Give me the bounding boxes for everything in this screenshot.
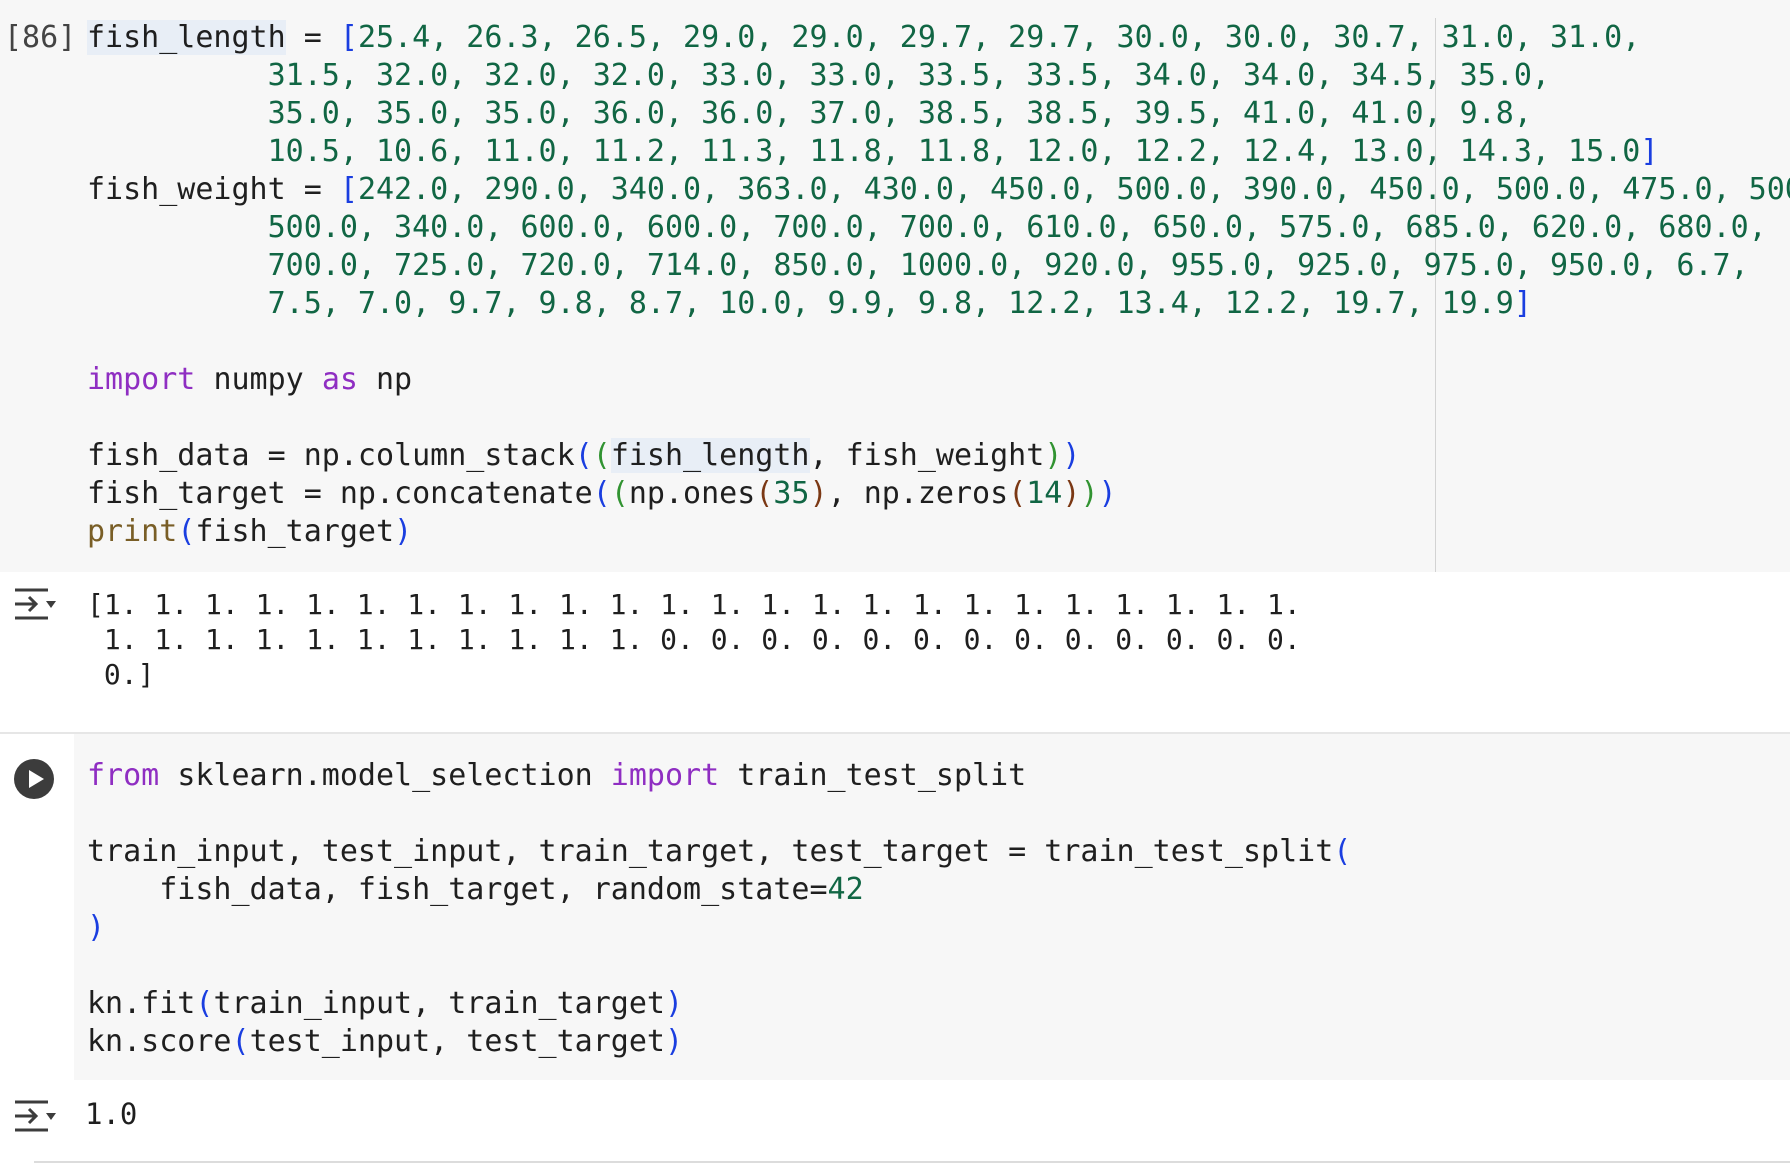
var-fish-length: fish_length [87, 20, 286, 55]
arg-fish-length: fish_length [610, 438, 810, 473]
fn-zeros: np.zeros [863, 476, 1009, 511]
weight-line-4: 7.5, 7.0, 9.7, 9.8, 8.7, 10.0, 9.9, 9.8,… [267, 286, 1514, 321]
random-state-value: 42 [827, 872, 864, 907]
call-arguments: fish_data, fish_target, random_state= [87, 872, 828, 907]
cell-1-output: [1. 1. 1. 1. 1. 1. 1. 1. 1. 1. 1. 1. 1. … [87, 587, 1301, 692]
cell-bottom-border [34, 1161, 1790, 1163]
fn-column-stack: np.column_stack [303, 438, 575, 473]
output-line-1: [1. 1. 1. 1. 1. 1. 1. 1. 1. 1. 1. 1. 1. … [87, 588, 1301, 621]
code-editor-cell-2[interactable]: from sklearn.model_selection import trai… [87, 757, 1351, 1061]
fn-concatenate: np.concatenate [339, 476, 593, 511]
output-expand-icon[interactable] [12, 1098, 56, 1134]
score-arguments: test_input, test_target [249, 1024, 665, 1059]
weight-line-2: 500.0, 340.0, 600.0, 600.0, 700.0, 700.0… [267, 210, 1767, 245]
output-expand-icon[interactable] [12, 586, 56, 622]
weight-line-3: 700.0, 725.0, 720.0, 714.0, 850.0, 1000.… [267, 248, 1749, 283]
module-name: sklearn.model_selection [177, 758, 593, 793]
call-function: train_test_split [1044, 834, 1334, 869]
play-circle-icon [29, 770, 44, 788]
output-line-3: 0.] [87, 658, 155, 691]
cell-2-output-area [0, 1080, 1790, 1152]
fn-print: print [87, 514, 178, 549]
var-fish-weight: fish_weight [87, 172, 286, 207]
output-line-2: 1. 1. 1. 1. 1. 1. 1. 1. 1. 1. 1. 0. 0. 0… [87, 623, 1301, 656]
arg-fish-weight: fish_weight [845, 438, 1045, 473]
var-fish-target: fish_target [87, 476, 286, 511]
fit-call: kn.fit [87, 986, 196, 1021]
var-fish-data: fish_data [87, 438, 250, 473]
keyword-import: import [610, 758, 720, 793]
arg-fish-target: fish_target [195, 514, 395, 549]
assign-targets: train_input, test_input, train_target, t… [87, 834, 1045, 869]
keyword-from: from [87, 758, 160, 793]
score-call: kn.score [87, 1024, 232, 1059]
fn-ones: np.ones [628, 476, 756, 511]
length-line-3: 35.0, 35.0, 35.0, 36.0, 36.0, 37.0, 38.5… [267, 96, 1532, 131]
length-line-2: 31.5, 32.0, 32.0, 32.0, 33.0, 33.0, 33.5… [267, 58, 1550, 93]
run-cell-button[interactable] [14, 759, 54, 799]
imported-function: train_test_split [737, 758, 1027, 793]
code-editor-cell-1[interactable]: fish_length = [25.4, 26.3, 26.5, 29.0, 2… [87, 19, 1790, 551]
keyword-as: as [321, 362, 358, 397]
arg-zeros: 14 [1026, 476, 1063, 511]
module-numpy: numpy [213, 362, 304, 397]
length-line-4: 10.5, 10.6, 11.0, 11.2, 11.3, 11.8, 11.8… [267, 134, 1641, 169]
keyword-import: import [87, 362, 196, 397]
cell-2-output: 1.0 [85, 1097, 138, 1131]
fit-arguments: train_input, train_target [213, 986, 665, 1021]
arg-ones: 35 [773, 476, 810, 511]
weight-line-1: 242.0, 290.0, 340.0, 363.0, 430.0, 450.0… [357, 172, 1790, 207]
alias-np: np [376, 362, 413, 397]
length-line-1: 25.4, 26.3, 26.5, 29.0, 29.0, 29.7, 29.7… [357, 20, 1641, 55]
execution-count: [86] [4, 20, 77, 55]
